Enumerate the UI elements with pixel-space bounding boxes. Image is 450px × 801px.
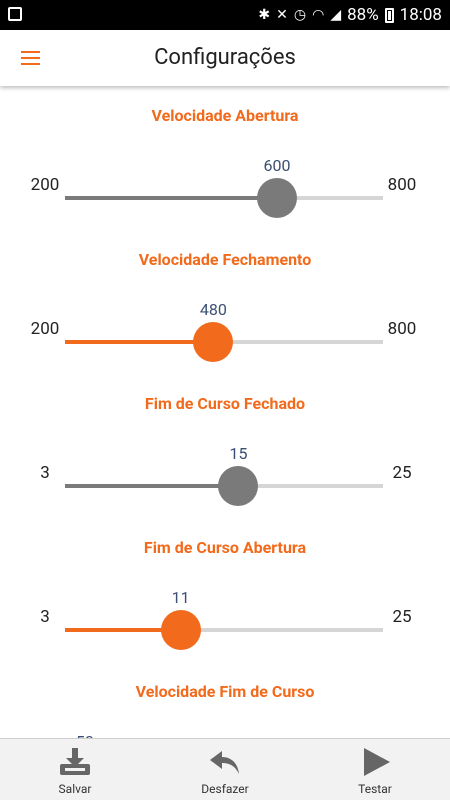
slider-max-label: 25 (392, 463, 412, 483)
battery-percent: 88% (347, 5, 379, 25)
slider-track[interactable] (65, 628, 383, 632)
setting-title: Velocidade Abertura (151, 106, 299, 125)
mute-icon: ✕ (276, 7, 288, 23)
setting-title: Velocidade Fim de Curso (135, 682, 315, 701)
slider-value-label: 15 (229, 444, 248, 463)
test-label: Testar (358, 782, 392, 796)
slider-value-label: 600 (263, 156, 291, 175)
status-icons: ✱ ✕ ◷ ◠ ◢ 88% 18:08 (258, 4, 442, 26)
slider-max-label: 25 (392, 607, 412, 627)
save-button[interactable]: Salvar (25, 739, 125, 801)
setting-slider-block: Velocidade Fim de Curso4020050 (0, 680, 450, 738)
status-bar: ✱ ✕ ◷ ◠ ◢ 88% 18:08 (0, 0, 450, 30)
image-icon (8, 7, 22, 21)
alarm-icon: ◷ (293, 7, 307, 23)
battery-icon (384, 7, 394, 23)
setting-slider-block: Velocidade Fechamento 200 800 480 (0, 248, 450, 392)
slider-min-label: 200 (30, 319, 60, 339)
app-bar: Configurações (0, 30, 450, 86)
slider-max-label: 800 (387, 319, 417, 339)
setting-title: Velocidade Fechamento (138, 250, 312, 269)
bluetooth-icon: ✱ (258, 7, 271, 23)
slider-thumb[interactable] (160, 610, 201, 650)
setting-title: Fim de Curso Fechado (144, 394, 306, 413)
slider-track-fill (65, 196, 277, 200)
slider-min-label: 200 (30, 175, 60, 195)
slider-track-fill (65, 340, 214, 344)
page-title: Configurações (154, 45, 296, 70)
slider-value-label: 480 (199, 300, 227, 319)
settings-list[interactable]: Velocidade Abertura 200 800 600 Velocidade F… (0, 86, 450, 738)
slider-value-label: 11 (171, 588, 190, 607)
slider-min-label: 3 (40, 463, 50, 483)
setting-slider-block: Velocidade Abertura 200 800 600 (0, 104, 450, 248)
download-tray-icon (60, 748, 90, 775)
undo-arrow-icon (210, 751, 239, 774)
bottom-toolbar: Salvar Desfazer Testar (0, 738, 450, 800)
signal-icon: ◢ (330, 7, 342, 23)
slider-min-label: 3 (40, 607, 50, 627)
clock: 18:08 (399, 5, 442, 25)
hamburger-menu-icon[interactable] (10, 40, 50, 76)
slider-thumb[interactable] (257, 178, 297, 218)
slider-thumb[interactable] (218, 466, 259, 506)
undo-label: Desfazer (201, 782, 249, 796)
wifi-icon: ◠ (312, 7, 325, 23)
setting-title: Fim de Curso Abertura (143, 538, 307, 557)
test-button[interactable]: Testar (325, 739, 425, 801)
slider-max-label: 800 (387, 175, 417, 195)
setting-slider-block: Fim de Curso Fechado 3 25 15 (0, 392, 450, 536)
play-icon (364, 748, 390, 776)
slider-track[interactable] (65, 196, 383, 200)
slider-track-fill (65, 484, 239, 488)
slider-thumb[interactable] (193, 322, 234, 362)
setting-slider-block: Fim de Curso Abertura 3 25 11 (0, 536, 450, 680)
undo-button[interactable]: Desfazer (175, 739, 275, 801)
save-label: Salvar (58, 782, 92, 796)
